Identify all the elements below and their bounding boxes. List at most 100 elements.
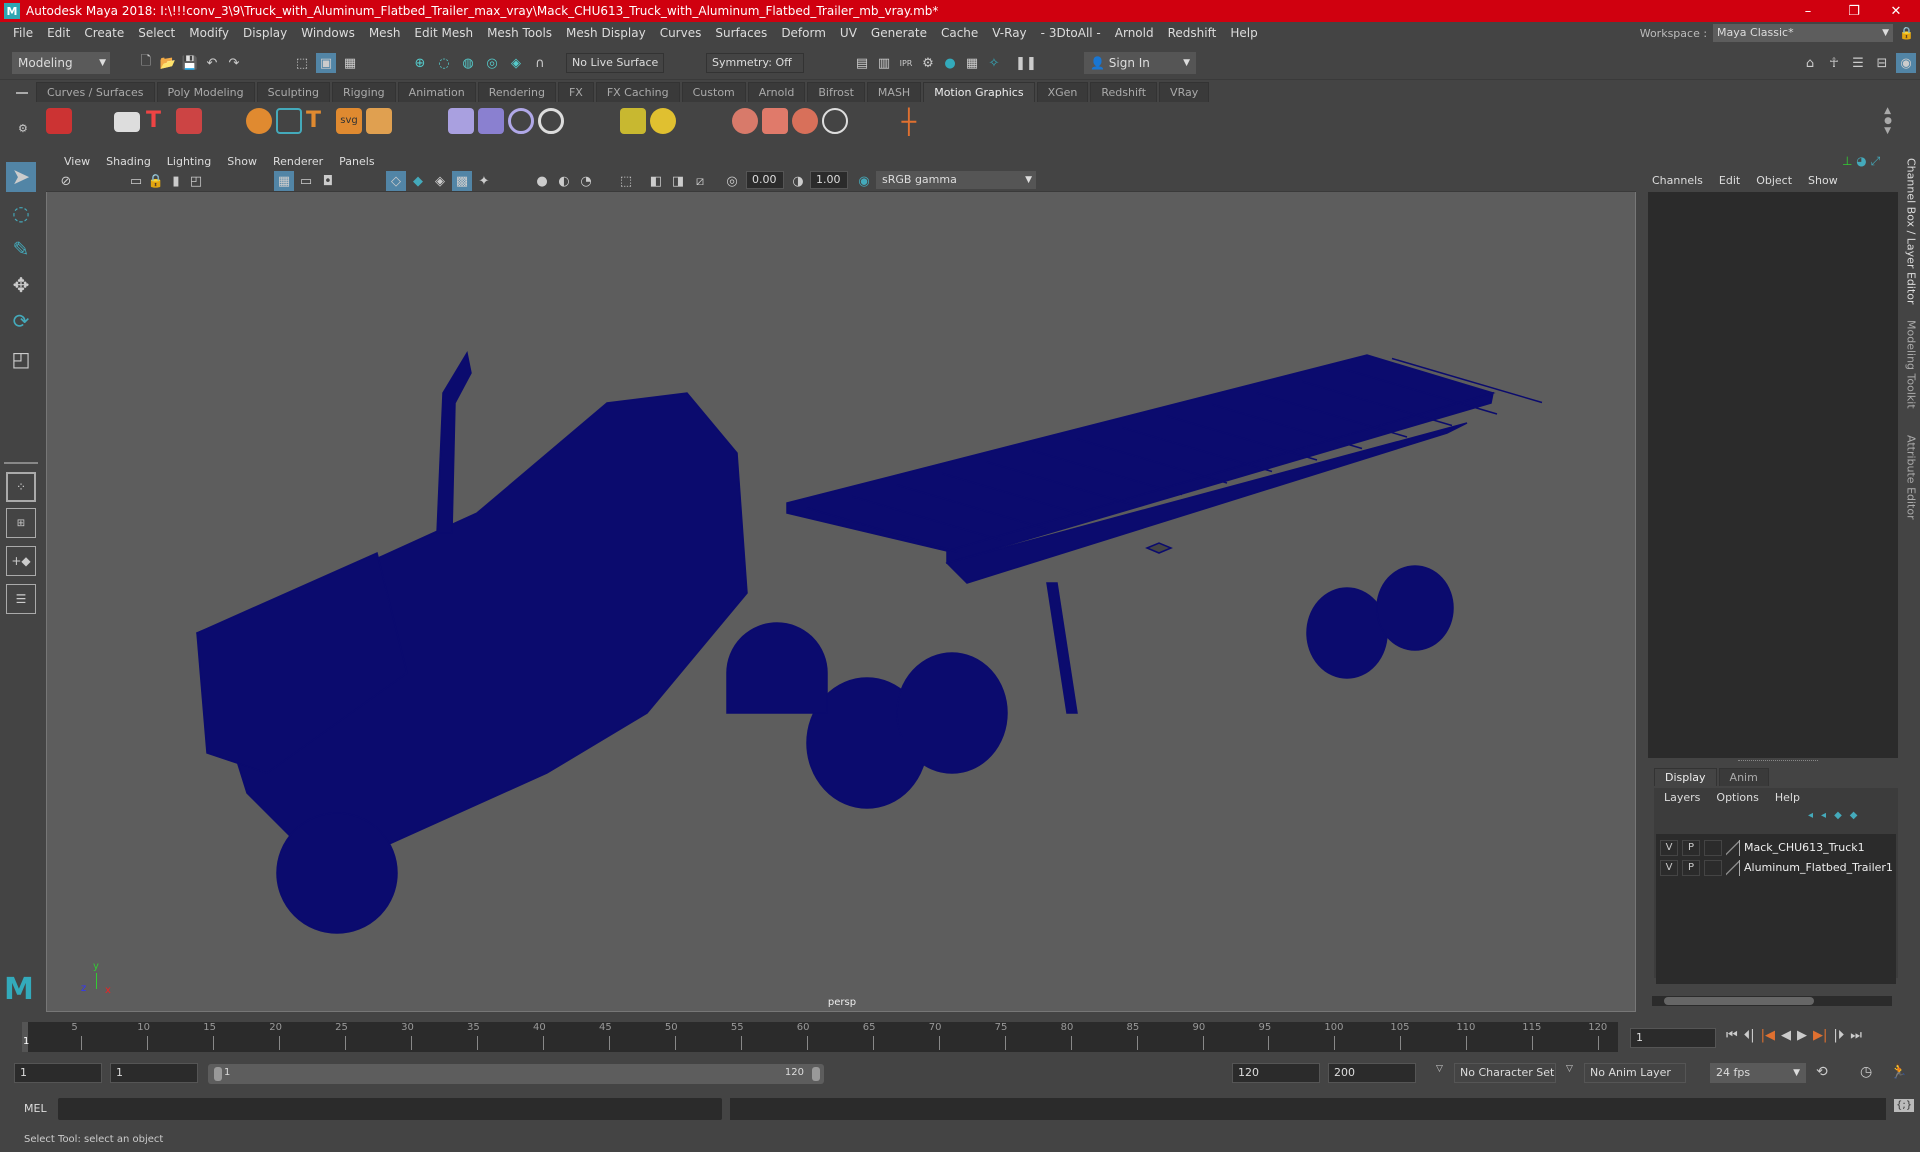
menu-item-edit-mesh[interactable]: Edit Mesh [407,26,480,40]
menu-set-dropdown[interactable]: Modeling ▼ [12,52,110,74]
scale-tool-icon[interactable]: ◰ [6,344,36,374]
animation-preferences-icon[interactable]: 🏃 [1890,1064,1907,1080]
viewport-menu-panels[interactable]: Panels [331,155,382,168]
fps-dropdown[interactable]: 24 fps ▼ [1710,1063,1806,1083]
exposure-field[interactable]: 0.00 [746,171,784,189]
film-gate-icon[interactable]: ▭ [296,171,316,191]
go-to-end-icon[interactable]: ⏭ [1850,1028,1862,1043]
sign-in-button[interactable]: 👤 Sign In ▼ [1084,52,1196,74]
list-icon[interactable] [114,112,140,132]
live-surface-field[interactable]: No Live Surface [566,53,664,73]
layer-tab-anim[interactable]: Anim [1718,768,1769,786]
paint-select-tool-icon[interactable]: ✎ [6,234,36,264]
bend-icon[interactable] [448,108,474,134]
camera-attributes-icon[interactable]: ▭ [126,171,146,191]
go-to-start-icon[interactable]: ⏮ [1726,1028,1738,1043]
side-tab-modeling-toolkit[interactable]: Modeling Toolkit [1902,312,1920,417]
viewport-persp[interactable]: y z x persp [46,152,1636,1012]
shirt-icon[interactable] [762,108,788,134]
pause-icon[interactable]: ❚❚ [1015,53,1037,73]
shelf-tab-fx-caching[interactable]: FX Caching [595,82,680,102]
play-backward-icon[interactable]: ◀ [1781,1028,1791,1043]
wireframe-icon[interactable]: ◇ [386,171,406,191]
use-lights-icon[interactable]: ✦ [474,171,494,191]
snap-grid-icon[interactable]: ⊕ [410,53,430,73]
snap-point-icon[interactable]: ◍ [458,53,478,73]
scrollbar-thumb[interactable] [1664,997,1814,1005]
character-set-field[interactable]: No Character Set [1454,1063,1556,1083]
script-editor-icon[interactable]: {;} [1894,1099,1915,1112]
layer-row[interactable]: V P Mack_CHU613_Truck1 [1656,838,1896,858]
shelf-tab-custom[interactable]: Custom [681,82,746,102]
step-forward-frame-icon[interactable]: ▶| [1813,1028,1827,1043]
channel-box-menu-object[interactable]: Object [1756,174,1792,187]
workspace-dropdown[interactable]: Maya Classic* ▼ [1713,24,1894,42]
menu-item-mesh-tools[interactable]: Mesh Tools [480,26,559,40]
shelf-tab-motion-graphics[interactable]: Motion Graphics [923,82,1035,102]
viewport-menu-lighting[interactable]: Lighting [159,155,219,168]
symmetry-field[interactable]: Symmetry: Off [706,53,804,73]
render-settings-icon[interactable]: ⚙ [918,53,938,73]
menu-item-create[interactable]: Create [77,26,131,40]
layer-row[interactable]: V P Aluminum_Flatbed_Trailer1 [1656,858,1896,878]
xray-joints-icon[interactable]: ◨ [668,171,688,191]
attribute-editor-icon[interactable]: ☰ [1848,53,1868,73]
layer-name[interactable]: Aluminum_Flatbed_Trailer1 [1744,861,1893,874]
auto-key-icon[interactable]: ◷ [1860,1064,1872,1080]
anim-layer-arrow-icon[interactable]: ▽ [1566,1064,1573,1074]
menu-item-deform[interactable]: Deform [774,26,833,40]
layer-tab-display[interactable]: Display [1654,768,1717,786]
step-back-frame-icon[interactable]: |◀ [1761,1028,1775,1043]
resolution-gate-icon[interactable]: ◘ [318,171,338,191]
type-tool-icon[interactable]: T [146,108,172,134]
explode-icon[interactable] [822,108,848,134]
channel-box-icon[interactable]: ◉ [1896,53,1916,73]
menu-item-surfaces[interactable]: Surfaces [708,26,774,40]
viewport-menu-shading[interactable]: Shading [98,155,159,168]
menu-item-mesh[interactable]: Mesh [362,26,408,40]
playback-end-field[interactable]: 120 [1232,1063,1320,1083]
sphere-icon[interactable] [246,108,272,134]
layer-playback-toggle[interactable]: P [1682,860,1700,876]
refresh-icon[interactable]: ◕ [1856,154,1866,168]
modeling-toolkit-icon[interactable]: ⌂ [1800,53,1820,73]
exposure-icon[interactable]: ◎ [722,171,742,191]
menu-item-cache[interactable]: Cache [934,26,985,40]
shelf-tab-redshift[interactable]: Redshift [1090,82,1158,102]
step-back-key-icon[interactable]: ⏴| [1744,1028,1755,1043]
viewport-menu-show[interactable]: Show [219,155,265,168]
lasso-tool-icon[interactable]: ◌ [6,198,36,228]
wireframe-on-shaded-icon[interactable]: ◈ [430,171,450,191]
xray-active-icon[interactable]: ⧄ [690,171,710,191]
paint-icon[interactable] [792,108,818,134]
side-tab-channel-box-layer-editor[interactable]: Channel Box / Layer Editor [1902,156,1920,306]
open-scene-icon[interactable]: 📂 [158,53,178,73]
extrude-icon[interactable] [366,108,392,134]
color-space-dropdown[interactable]: sRGB gamma ▼ [876,171,1036,189]
time-slider[interactable]: 1 5 10 15 20 25 30 35 40 45 50 55 60 65 70 75 80 85 90 95 1… [22,1022,1618,1052]
new-layer-icon[interactable]: ◆ [1834,810,1850,821]
shelf-tab-sculpting[interactable]: Sculpting [256,82,330,102]
render-view-icon[interactable]: ▤ [852,53,872,73]
menu-item-3dtoall[interactable]: - 3DtoAll - [1034,26,1108,40]
rotate-tool-icon[interactable]: ⟳ [6,306,36,336]
minimize-button[interactable]: – [1788,0,1828,22]
end-time-field[interactable]: 200 [1328,1063,1416,1083]
mel-label[interactable]: MEL [24,1102,47,1115]
camera-select-icon[interactable]: ⊘ [56,171,76,191]
layer-color-swatch[interactable] [1704,840,1722,856]
grid-icon[interactable]: ▦ [274,171,294,191]
playback-start-field[interactable]: 1 [110,1063,198,1083]
ring-icon[interactable] [538,108,564,134]
range-start-handle[interactable] [214,1067,222,1081]
channel-box-menu-channels[interactable]: Channels [1652,174,1703,187]
step-forward-key-icon[interactable]: |⏵ [1833,1028,1844,1043]
two-view-layout-icon[interactable]: +◆ [6,546,36,576]
shelf-tab-rendering[interactable]: Rendering [477,82,556,102]
move-layer-down-icon[interactable]: ◂ [1821,810,1834,821]
new-scene-icon[interactable]: 🗋 [136,53,156,73]
xray-icon[interactable]: ◧ [646,171,666,191]
four-view-layout-icon[interactable]: ⊞ [6,508,36,538]
shelf-tab-xgen[interactable]: XGen [1036,82,1089,102]
mash-network-icon[interactable] [46,108,72,134]
